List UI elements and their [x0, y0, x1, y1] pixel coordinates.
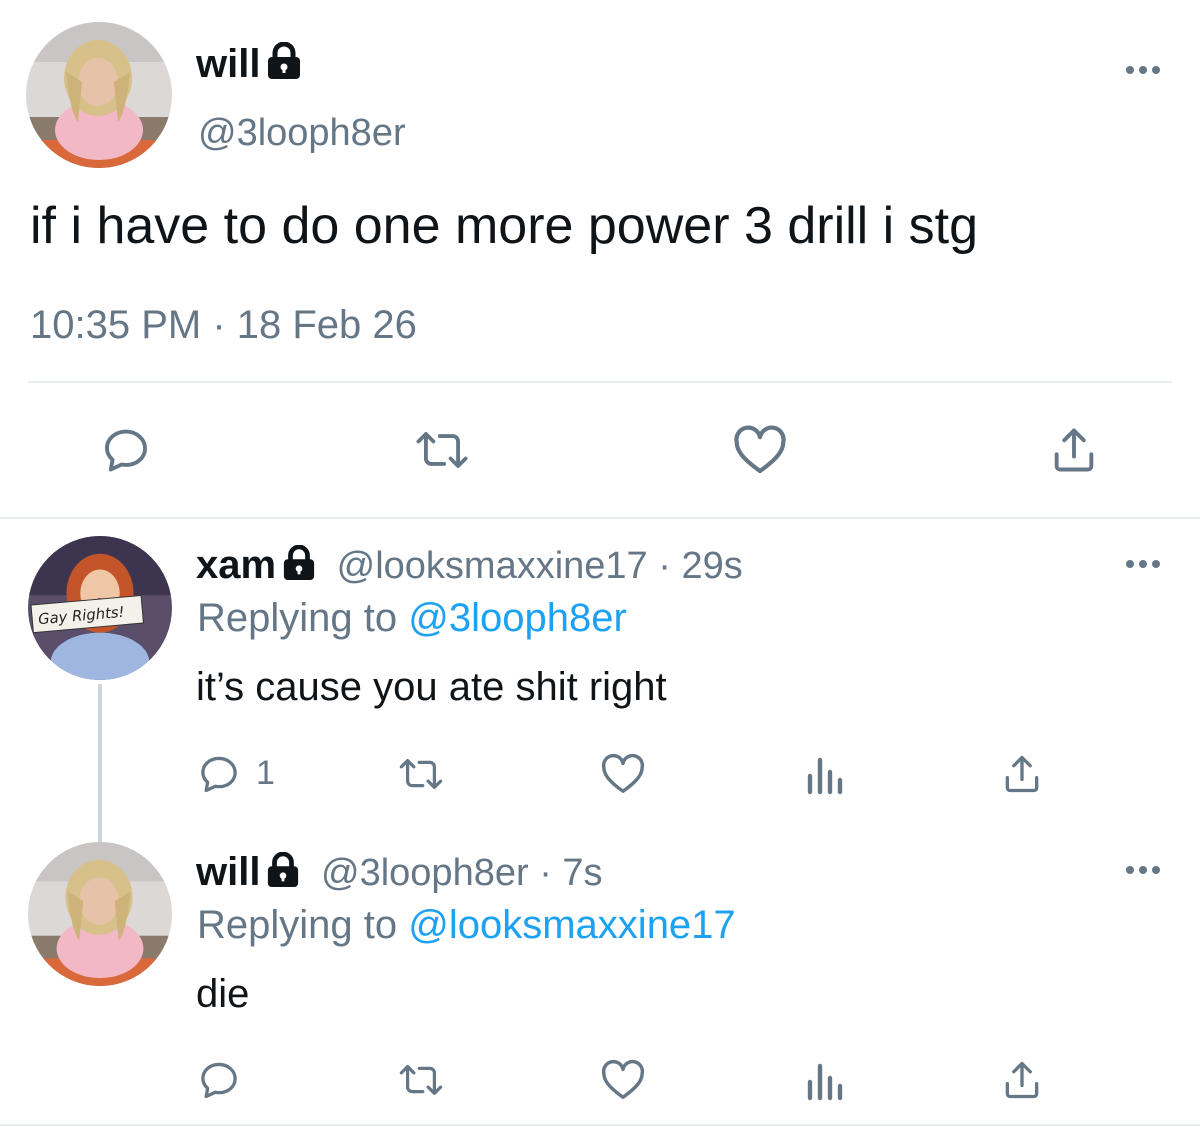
- analytics-icon[interactable]: [804, 752, 844, 796]
- divider: [28, 381, 1172, 383]
- reply-time[interactable]: 29s: [681, 545, 742, 587]
- reply-time[interactable]: 7s: [562, 852, 602, 894]
- reply-header: xam @looksmaxxine17 · 29s: [196, 542, 743, 592]
- share-icon[interactable]: [1048, 424, 1100, 476]
- section-divider: [0, 517, 1200, 519]
- reply-icon[interactable]: [100, 424, 152, 476]
- reply-icon[interactable]: [197, 1058, 241, 1102]
- more-options-button[interactable]: [1120, 862, 1160, 878]
- retweet-icon[interactable]: [396, 752, 446, 796]
- reply-text: die: [196, 972, 250, 1016]
- replying-to-line: Replying to @looksmaxxine17: [197, 903, 736, 948]
- dot-separator: ·: [539, 852, 552, 894]
- author-handle[interactable]: @3looph8er: [198, 112, 406, 155]
- reply-count: 1: [256, 754, 275, 792]
- reply-author-name[interactable]: will: [196, 850, 260, 894]
- retweet-icon[interactable]: [396, 1058, 446, 1102]
- author-name[interactable]: will: [196, 42, 260, 86]
- analytics-icon[interactable]: [804, 1058, 844, 1102]
- like-icon[interactable]: [732, 424, 788, 476]
- share-icon[interactable]: [1000, 752, 1044, 796]
- replying-to-link[interactable]: @looksmaxxine17: [408, 903, 735, 947]
- reply-header: will @3looph8er · 7s: [196, 849, 603, 899]
- share-icon[interactable]: [1000, 1058, 1044, 1102]
- avatar-will[interactable]: [26, 22, 172, 168]
- replying-to-link[interactable]: @3looph8er: [408, 596, 627, 640]
- reply-author-handle[interactable]: @3looph8er: [321, 852, 529, 894]
- replying-to-label: Replying to: [197, 903, 398, 947]
- lock-icon: [266, 41, 302, 98]
- lock-icon: [282, 544, 316, 592]
- avatar-will[interactable]: [28, 842, 172, 986]
- dot-separator: ·: [658, 545, 671, 587]
- avatar-xam[interactable]: Gay Rights!: [28, 536, 172, 680]
- replying-to-label: Replying to: [197, 596, 398, 640]
- replying-to-line: Replying to @3looph8er: [197, 596, 627, 641]
- bottom-divider: [0, 1124, 1200, 1126]
- retweet-icon[interactable]: [412, 424, 472, 476]
- more-options-button[interactable]: [1120, 556, 1160, 572]
- tweet-text: if i have to do one more power 3 drill i…: [30, 197, 979, 255]
- author-line: will: [196, 41, 302, 98]
- reply-text: it’s cause you ate shit right: [196, 665, 667, 709]
- more-options-button[interactable]: [1120, 62, 1160, 78]
- reply-author-name[interactable]: xam: [196, 543, 276, 587]
- lock-icon: [266, 851, 300, 899]
- tweet-timestamp[interactable]: 10:35 PM · 18 Feb 26: [30, 303, 417, 348]
- like-icon[interactable]: [600, 752, 646, 796]
- thread-line: [98, 684, 102, 842]
- reply-icon[interactable]: [197, 752, 241, 796]
- like-icon[interactable]: [600, 1058, 646, 1102]
- reply-author-handle[interactable]: @looksmaxxine17: [337, 545, 648, 587]
